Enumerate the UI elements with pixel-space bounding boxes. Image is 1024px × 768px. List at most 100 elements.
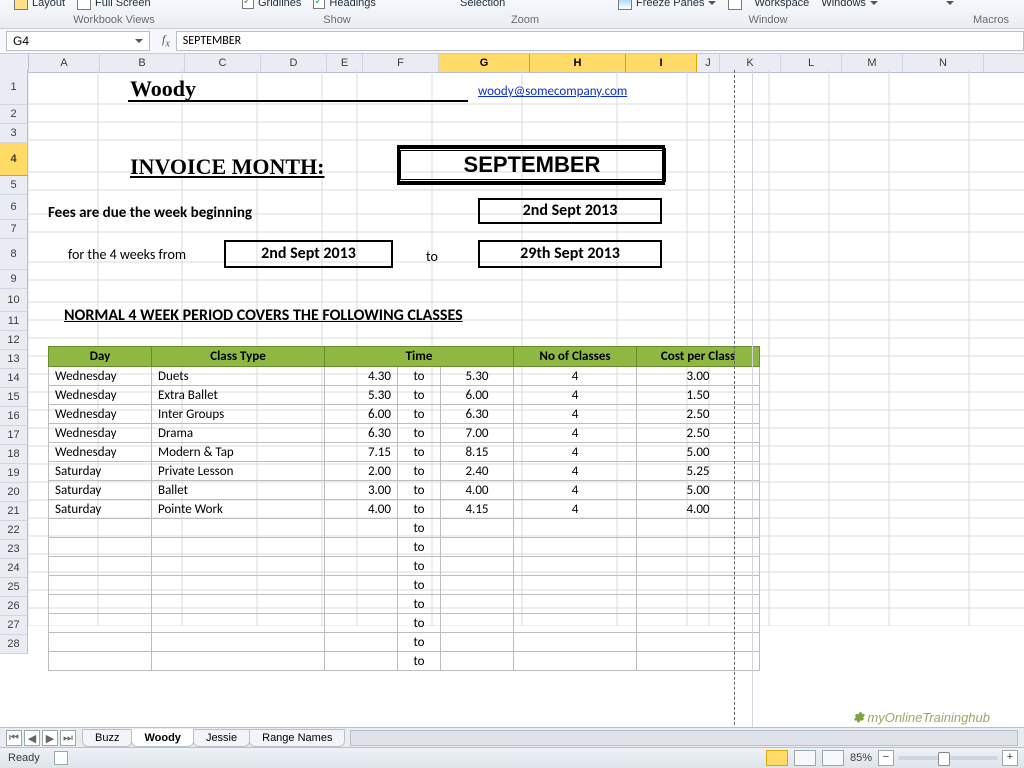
ribbon: Layout Full Screen Workbook Views Gridli… <box>0 0 1024 29</box>
sheet-tabs: ⏮ ◀ ▶ ⏭ BuzzWoodyJessieRange Names <box>0 727 1024 748</box>
row-header-22[interactable]: 22 <box>0 521 28 540</box>
weeks-label: for the 4 weeks from <box>68 246 186 263</box>
macro-record-icon[interactable] <box>54 751 68 765</box>
row-header-7[interactable]: 7 <box>0 220 28 239</box>
zoom-in-button[interactable]: + <box>1002 750 1018 766</box>
table-row[interactable]: to <box>49 538 760 557</box>
row-header-24[interactable]: 24 <box>0 559 28 578</box>
table-row[interactable]: WednesdayDuets4.30to5.3043.00 <box>49 367 760 386</box>
table-row[interactable]: to <box>49 633 760 652</box>
table-row[interactable]: SaturdayPointe Work4.00to4.1544.00 <box>49 500 760 519</box>
fullscreen-button[interactable]: Full Screen <box>77 0 151 10</box>
horizontal-scrollbar[interactable] <box>350 730 1018 746</box>
zoom-out-button[interactable]: − <box>878 750 894 766</box>
row-header-5[interactable]: 5 <box>0 176 28 195</box>
layout-button[interactable]: Layout <box>14 0 65 10</box>
formula-bar: G4 fx SEPTEMBER <box>0 29 1024 54</box>
freeze-panes[interactable]: Freeze Panes <box>618 0 716 10</box>
chevron-down-icon[interactable] <box>135 39 143 43</box>
table-row[interactable]: SaturdayBallet3.00to4.0045.00 <box>49 481 760 500</box>
table-row[interactable]: WednesdayModern & Tap7.15to8.1545.00 <box>49 443 760 462</box>
normal-view-button[interactable] <box>766 750 788 766</box>
fx-icon[interactable]: fx <box>156 32 176 49</box>
group-window: Window <box>618 14 918 26</box>
table-row[interactable]: to <box>49 595 760 614</box>
tab-woody[interactable]: Woody <box>131 729 193 747</box>
watermark: ✽ myOnlineTraininghub <box>853 710 990 726</box>
row-header-14[interactable]: 14 <box>0 369 28 388</box>
table-row[interactable]: to <box>49 614 760 633</box>
tab-range-names[interactable]: Range Names <box>249 729 345 747</box>
row-header-4[interactable]: 4 <box>0 143 28 176</box>
row-header-9[interactable]: 9 <box>0 270 28 289</box>
row-header-8[interactable]: 8 <box>0 239 28 270</box>
group-workbook-views: Workbook Views <box>14 14 214 26</box>
row-header-23[interactable]: 23 <box>0 540 28 559</box>
tab-first-icon[interactable]: ⏮ <box>6 730 22 746</box>
switch-windows[interactable]: Windows <box>821 0 878 9</box>
table-row[interactable]: WednesdayInter Groups6.00to6.3042.50 <box>49 405 760 424</box>
row-header-28[interactable]: 28 <box>0 635 28 654</box>
doc-name: Woody <box>130 76 196 102</box>
row-header-1[interactable]: 1 <box>0 70 28 105</box>
row-header-26[interactable]: 26 <box>0 597 28 616</box>
macros-button[interactable] <box>946 1 954 5</box>
row-header-6[interactable]: 6 <box>0 195 28 220</box>
tab-last-icon[interactable]: ⏭ <box>60 730 76 746</box>
group-zoom: Zoom <box>460 14 590 26</box>
row-header-27[interactable]: 27 <box>0 616 28 635</box>
split-button[interactable] <box>728 0 742 10</box>
name-box[interactable]: G4 <box>6 31 150 51</box>
to-date-box: 29th Sept 2013 <box>478 240 662 268</box>
table-row[interactable]: to <box>49 519 760 538</box>
tab-buzz[interactable]: Buzz <box>82 729 132 747</box>
row-header-11[interactable]: 11 <box>0 312 28 331</box>
row-header-25[interactable]: 25 <box>0 578 28 597</box>
row-header-19[interactable]: 19 <box>0 464 28 483</box>
tab-nav[interactable]: ⏮ ◀ ▶ ⏭ <box>0 730 82 746</box>
group-macros: Macros <box>946 14 1024 26</box>
worksheet-grid[interactable]: 1234567891011121314151617181920212223242… <box>0 70 1024 728</box>
zoom-slider[interactable] <box>898 756 998 760</box>
zoom-selection[interactable]: Selection <box>460 0 505 9</box>
table-row[interactable]: to <box>49 652 760 671</box>
name-underline <box>128 100 468 102</box>
row-header-20[interactable]: 20 <box>0 483 28 502</box>
email-link[interactable]: woody@somecompany.com <box>478 84 627 99</box>
th-1: Class Type <box>152 347 325 367</box>
print-area-divider-k <box>752 70 753 728</box>
page-break-view-button[interactable] <box>822 750 844 766</box>
row-headers[interactable]: 1234567891011121314151617181920212223242… <box>0 70 28 654</box>
status-bar: Ready 85% − + <box>0 747 1024 768</box>
table-row[interactable]: WednesdayDrama6.30to7.0042.50 <box>49 424 760 443</box>
row-header-18[interactable]: 18 <box>0 445 28 464</box>
gridlines-check[interactable]: Gridlines <box>242 0 301 9</box>
formula-input[interactable]: SEPTEMBER <box>176 31 1024 51</box>
row-header-3[interactable]: 3 <box>0 124 28 143</box>
table-row[interactable]: WednesdayExtra Ballet5.30to6.0041.50 <box>49 386 760 405</box>
table-row[interactable]: to <box>49 576 760 595</box>
row-header-2[interactable]: 2 <box>0 105 28 124</box>
headings-check[interactable]: Headings <box>313 0 375 9</box>
zoom-level[interactable]: 85% <box>850 752 872 764</box>
section-title: NORMAL 4 WEEK PERIOD COVERS THE FOLLOWIN… <box>64 306 463 325</box>
tab-jessie[interactable]: Jessie <box>193 729 250 747</box>
th-2: Time <box>325 347 514 367</box>
save-workspace[interactable]: Workspace <box>754 0 809 9</box>
row-header-12[interactable]: 12 <box>0 331 28 350</box>
invoice-month-value[interactable]: SEPTEMBER <box>398 148 666 182</box>
table-row[interactable]: to <box>49 557 760 576</box>
row-header-17[interactable]: 17 <box>0 426 28 445</box>
to-label: to <box>426 248 438 265</box>
page-layout-view-button[interactable] <box>794 750 816 766</box>
row-header-15[interactable]: 15 <box>0 388 28 407</box>
tab-next-icon[interactable]: ▶ <box>42 730 58 746</box>
group-show: Show <box>242 14 432 26</box>
print-area-divider <box>734 70 735 728</box>
row-header-13[interactable]: 13 <box>0 350 28 369</box>
row-header-10[interactable]: 10 <box>0 289 28 312</box>
table-row[interactable]: SaturdayPrivate Lesson2.00to2.4045.25 <box>49 462 760 481</box>
row-header-16[interactable]: 16 <box>0 407 28 426</box>
row-header-21[interactable]: 21 <box>0 502 28 521</box>
tab-prev-icon[interactable]: ◀ <box>24 730 40 746</box>
